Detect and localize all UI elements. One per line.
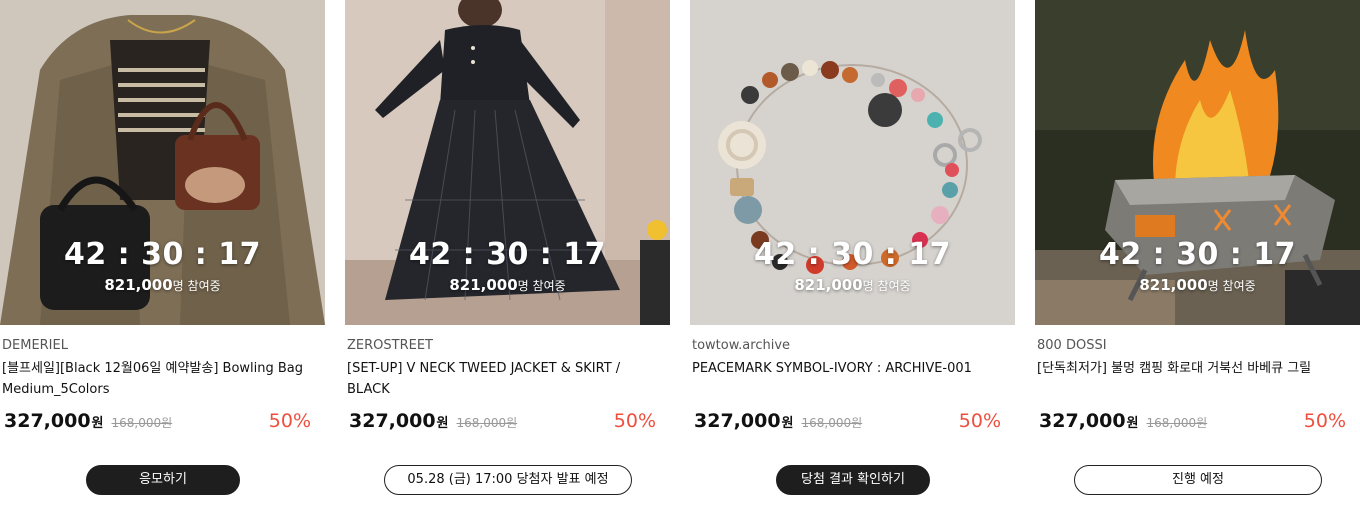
- discount-rate: 50%: [1303, 410, 1346, 432]
- participants-count: 821,000명 참여중: [345, 276, 670, 294]
- participants-number: 821,000: [1139, 276, 1208, 294]
- product-title[interactable]: [SET-UP] V NECK TWEED JACKET & SKIRT / B…: [347, 358, 657, 400]
- brand-name[interactable]: ZEROSTREET: [347, 338, 433, 353]
- sale-price: 327,000: [349, 410, 436, 432]
- sale-price: 327,000: [4, 410, 91, 432]
- original-price: 168,000원: [111, 416, 173, 430]
- participants-number: 821,000: [449, 276, 518, 294]
- currency-unit: 원: [436, 416, 449, 431]
- product-title[interactable]: [단독최저가] 불멍 캠핑 화로대 거북선 바베큐 그릴: [1037, 358, 1347, 379]
- discount-rate: 50%: [958, 410, 1001, 432]
- product-card[interactable]: 42 : 30 : 17 821,000명 참여중 towtow.archive…: [690, 0, 1015, 527]
- countdown-timer: 42 : 30 : 17: [1098, 237, 1296, 272]
- product-image-bag[interactable]: 42 : 30 : 17 821,000명 참여중: [0, 0, 325, 325]
- sale-price: 327,000: [1039, 410, 1126, 432]
- currency-unit: 원: [91, 416, 104, 431]
- currency-unit: 원: [1126, 416, 1139, 431]
- upcoming-button[interactable]: 진행 예정: [1074, 465, 1322, 495]
- price-row: 327,000원 168,000원: [1039, 410, 1207, 432]
- winner-announcement-button[interactable]: 05.28 (금) 17:00 당첨자 발표 예정: [384, 465, 632, 495]
- product-image-fire-pit[interactable]: 42 : 30 : 17 821,000명 참여중: [1035, 0, 1360, 325]
- participants-label: 명 참여중: [517, 279, 566, 293]
- participants-label: 명 참여중: [1207, 279, 1256, 293]
- original-price: 168,000원: [801, 416, 863, 430]
- product-image-bracelet[interactable]: 42 : 30 : 17 821,000명 참여중: [690, 0, 1015, 325]
- product-image-tweed-set[interactable]: 42 : 30 : 17 821,000명 참여중: [345, 0, 670, 325]
- currency-unit: 원: [781, 416, 794, 431]
- countdown-timer: 42 : 30 : 17: [408, 237, 606, 272]
- product-card[interactable]: 42 : 30 : 17 821,000명 참여중 800 DOSSI [단독최…: [1035, 0, 1360, 527]
- countdown-timer: 42 : 30 : 17: [753, 237, 951, 272]
- participants-number: 821,000: [794, 276, 863, 294]
- price-row: 327,000원 168,000원: [694, 410, 862, 432]
- participants-count: 821,000명 참여중: [1035, 276, 1360, 294]
- original-price: 168,000원: [456, 416, 518, 430]
- check-result-button[interactable]: 당첨 결과 확인하기: [776, 465, 930, 495]
- brand-name[interactable]: DEMERIEL: [2, 338, 68, 353]
- price-row: 327,000원 168,000원: [349, 410, 517, 432]
- sale-price: 327,000: [694, 410, 781, 432]
- participants-count: 821,000명 참여중: [690, 276, 1015, 294]
- discount-rate: 50%: [268, 410, 311, 432]
- countdown-timer: 42 : 30 : 17: [63, 237, 261, 272]
- brand-name[interactable]: towtow.archive: [692, 338, 790, 353]
- apply-button[interactable]: 응모하기: [86, 465, 240, 495]
- participants-number: 821,000: [104, 276, 173, 294]
- product-card[interactable]: 42 : 30 : 17 821,000명 참여중 ZEROSTREET [SE…: [345, 0, 670, 527]
- participants-count: 821,000명 참여중: [0, 276, 325, 294]
- product-card[interactable]: 42 : 30 : 17 821,000명 참여중 DEMERIEL [블프세일…: [0, 0, 325, 527]
- product-title[interactable]: [블프세일][Black 12월06일 예약발송] Bowling Bag Me…: [2, 358, 312, 400]
- price-row: 327,000원 168,000원: [4, 410, 172, 432]
- brand-name[interactable]: 800 DOSSI: [1037, 338, 1107, 353]
- discount-rate: 50%: [613, 410, 656, 432]
- product-title[interactable]: PEACEMARK SYMBOL-IVORY : ARCHIVE-001: [692, 358, 1002, 379]
- participants-label: 명 참여중: [172, 279, 221, 293]
- participants-label: 명 참여중: [862, 279, 911, 293]
- product-grid: 42 : 30 : 17 821,000명 참여중 DEMERIEL [블프세일…: [0, 0, 1360, 527]
- original-price: 168,000원: [1146, 416, 1208, 430]
